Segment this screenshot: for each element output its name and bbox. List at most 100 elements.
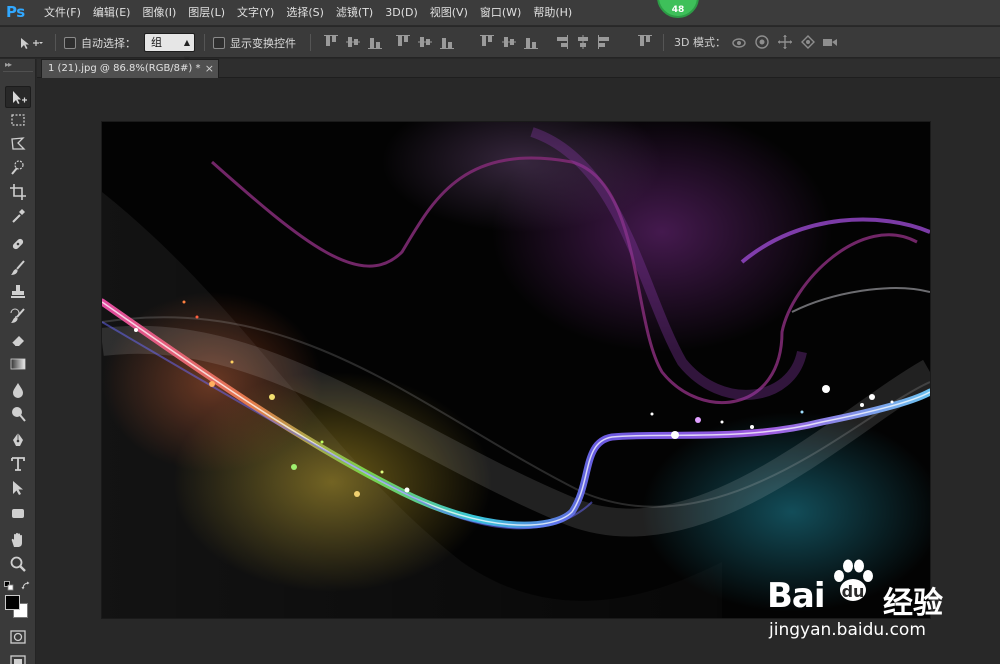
baidu-paw-logo: du	[834, 559, 873, 601]
clone-stamp-icon	[11, 285, 25, 298]
auto-align-layers-icon[interactable]	[637, 35, 653, 49]
menu-file[interactable]: 文件(F)	[38, 0, 87, 26]
distribute-top-icon[interactable]	[479, 35, 495, 49]
align-right-edges-icon[interactable]	[439, 35, 455, 49]
tool-hand[interactable]	[5, 529, 31, 551]
align-left-edges-icon[interactable]	[395, 35, 411, 49]
abstract-light-wave-image	[102, 122, 930, 618]
distribute-left-icon[interactable]	[553, 35, 569, 49]
menu-help[interactable]: 帮助(H)	[527, 0, 578, 26]
tool-marquee[interactable]	[5, 109, 31, 131]
quick-mask-icon	[10, 630, 26, 644]
tool-lasso[interactable]	[5, 133, 31, 155]
dodge-tool-icon	[12, 407, 26, 422]
menu-select[interactable]: 选择(S)	[280, 0, 330, 26]
performance-badge: 48	[657, 0, 699, 18]
separator	[310, 34, 311, 51]
menu-filter[interactable]: 滤镜(T)	[330, 0, 379, 26]
align-vertical-centers-icon[interactable]	[345, 35, 361, 49]
document-tab[interactable]: 1 (21).jpg @ 86.8%(RGB/8#) * ×	[41, 59, 219, 78]
rotate-3d-icon[interactable]	[730, 34, 748, 50]
auto-select-checkbox[interactable]	[64, 36, 76, 49]
tool-eraser[interactable]	[5, 329, 31, 351]
swap-colors-icon[interactable]	[21, 581, 31, 591]
default-colors-icon[interactable]	[4, 581, 14, 591]
document-tab-bar: 1 (21).jpg @ 86.8%(RGB/8#) * ×	[37, 59, 1000, 78]
distribute-vertical-centers-icon[interactable]	[501, 35, 517, 49]
blur-tool-icon	[13, 383, 23, 398]
tool-crop[interactable]	[5, 181, 31, 203]
document-canvas[interactable]	[102, 122, 930, 618]
pan-3d-icon[interactable]	[776, 34, 794, 50]
type-tool-icon	[11, 457, 25, 471]
quick-selection-icon	[11, 160, 24, 175]
close-tab-icon[interactable]: ×	[205, 60, 214, 78]
polygonal-lasso-icon	[11, 137, 26, 150]
tool-gradient[interactable]	[5, 353, 31, 375]
move-tool-preset-icon	[21, 37, 43, 49]
menu-type[interactable]: 文字(Y)	[231, 0, 280, 26]
brush-tool-icon	[11, 260, 25, 275]
tool-pen[interactable]	[5, 429, 31, 451]
tool-move[interactable]	[5, 86, 31, 108]
scale-3d-icon[interactable]	[821, 34, 839, 50]
menu-3d[interactable]: 3D(D)	[379, 0, 424, 26]
tool-dodge[interactable]	[5, 403, 31, 425]
options-bar: 自动选择： 组 ▲▼ 显示变换控件 3D 模式：	[0, 27, 1000, 64]
rectangular-marquee-icon	[11, 114, 25, 126]
tool-eyedropper[interactable]	[5, 205, 31, 227]
menu-image[interactable]: 图像(I)	[136, 0, 182, 26]
tool-history-brush[interactable]	[5, 305, 31, 327]
tool-zoom[interactable]	[5, 553, 31, 575]
align-top-edges-icon[interactable]	[323, 35, 339, 49]
tool-preset-picker[interactable]	[18, 27, 44, 58]
menu-view[interactable]: 视图(V)	[424, 0, 474, 26]
hand-tool-icon	[11, 532, 22, 547]
roll-3d-icon[interactable]	[753, 34, 771, 50]
tool-blur[interactable]	[5, 379, 31, 401]
auto-select-option[interactable]: 自动选择：	[64, 27, 136, 58]
tool-shape[interactable]	[5, 502, 31, 524]
screen-mode-button[interactable]	[5, 651, 31, 664]
tool-type[interactable]	[5, 453, 31, 475]
pen-tool-icon	[13, 433, 23, 446]
gradient-tool-icon	[10, 358, 26, 370]
separator	[55, 34, 56, 51]
crop-tool-icon	[10, 184, 26, 200]
distribute-bottom-icon[interactable]	[523, 35, 539, 49]
menu-edit[interactable]: 编辑(E)	[87, 0, 137, 26]
watermark-url: jingyan.baidu.com	[769, 620, 926, 640]
show-transform-label: 显示变换控件	[230, 36, 296, 50]
quick-mask-button[interactable]	[5, 626, 31, 648]
align-bottom-edges-icon[interactable]	[367, 35, 383, 49]
eraser-icon	[11, 336, 24, 347]
photoshop-logo: Ps	[6, 3, 25, 21]
show-transform-checkbox[interactable]	[213, 36, 225, 49]
distribute-right-icon[interactable]	[597, 35, 613, 49]
separator	[663, 34, 664, 51]
tool-path-select[interactable]	[5, 477, 31, 499]
screen-mode-icon	[10, 655, 26, 664]
history-brush-icon	[10, 308, 25, 323]
rectangle-shape-icon	[12, 509, 24, 518]
tool-stamp[interactable]	[5, 281, 31, 303]
align-horizontal-centers-icon[interactable]	[417, 35, 433, 49]
slide-3d-icon[interactable]	[799, 34, 817, 50]
auto-select-dropdown[interactable]: 组 ▲▼	[144, 33, 195, 64]
separator	[204, 34, 205, 51]
panel-grip[interactable]	[3, 71, 33, 81]
collapse-panel-icon[interactable]: ▸▸	[5, 60, 12, 69]
tool-brush[interactable]	[5, 257, 31, 279]
menu-layer[interactable]: 图层(L)	[182, 0, 231, 26]
tool-quick-select[interactable]	[5, 157, 31, 179]
foreground-color-swatch[interactable]	[5, 595, 20, 610]
distribute-horizontal-centers-icon[interactable]	[575, 35, 591, 49]
tools-panel: ▸▸	[0, 59, 36, 664]
tool-healing[interactable]	[5, 233, 31, 255]
auto-select-value: 组	[151, 36, 162, 49]
show-transform-option[interactable]: 显示变换控件	[213, 27, 296, 58]
baidu-jingyan-watermark: Bai du 经验 jingyan.baidu.com	[767, 556, 977, 644]
mode-3d-label: 3D 模式：	[674, 36, 726, 49]
menu-window[interactable]: 窗口(W)	[474, 0, 527, 26]
spot-healing-brush-icon	[12, 238, 24, 250]
